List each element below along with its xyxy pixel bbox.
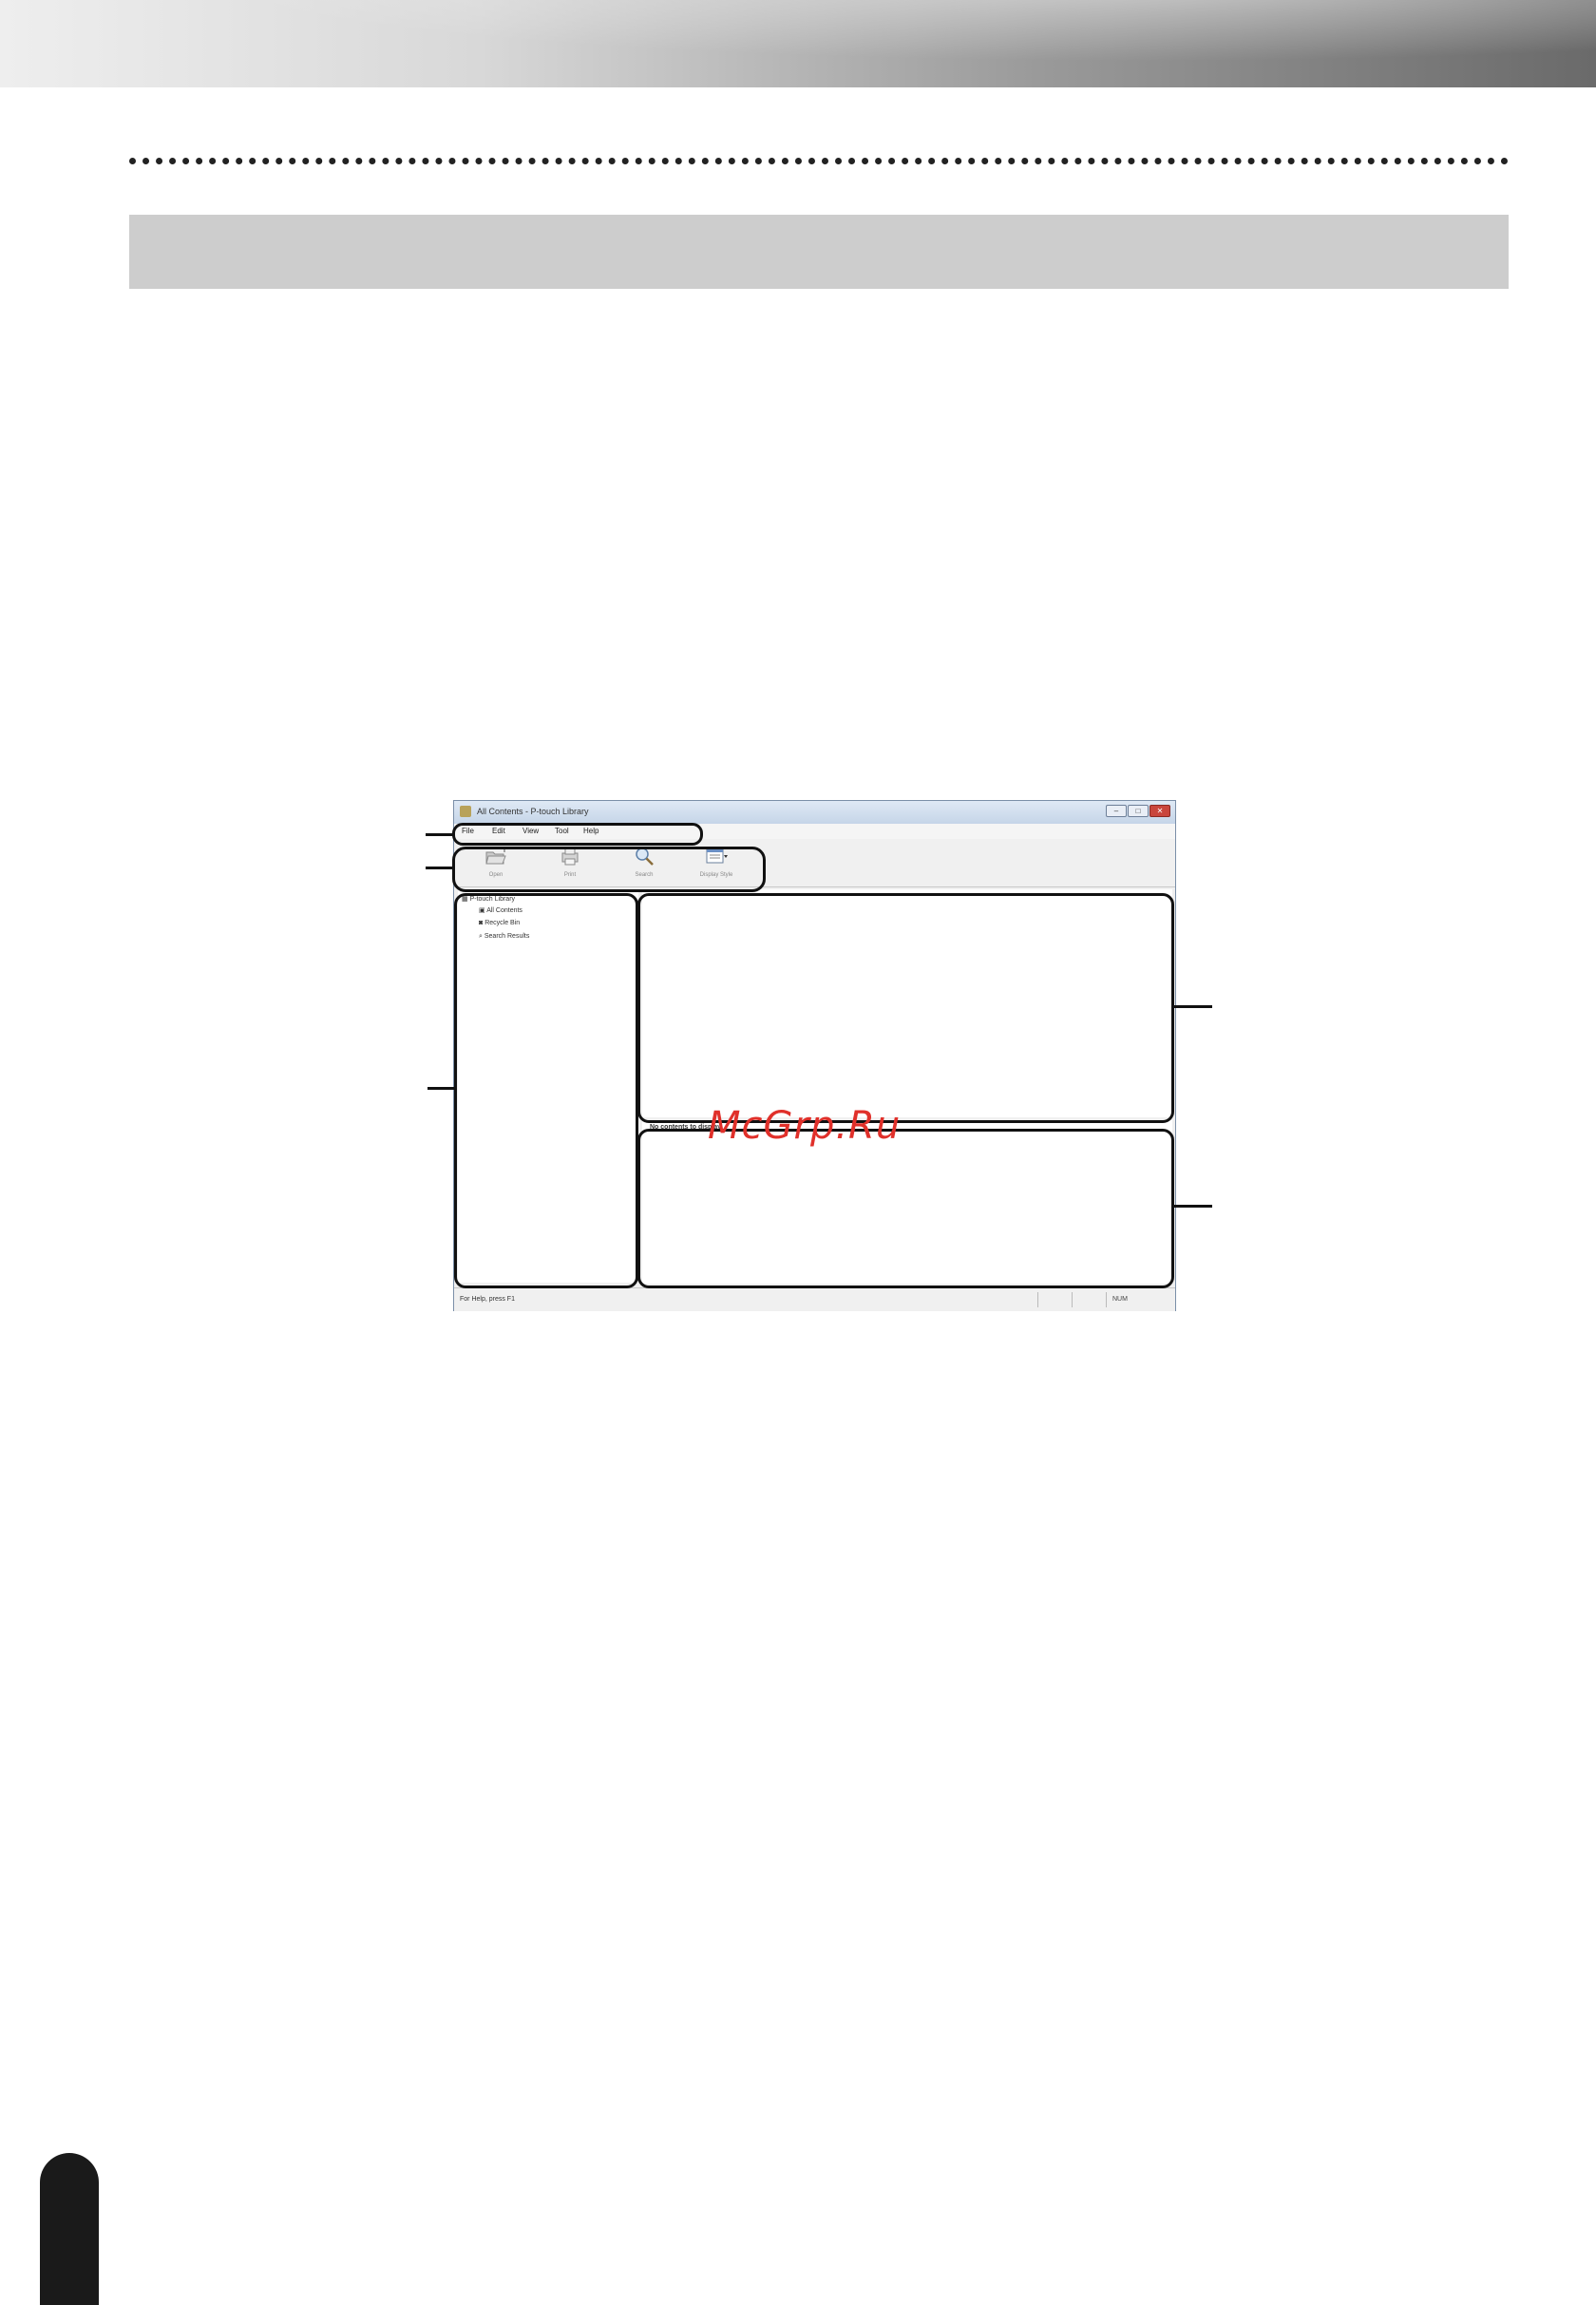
callout-toolbar [452,847,766,892]
leader-line-contents [1172,1005,1212,1008]
top-banner [0,0,1596,87]
title-bar: All Contents - P-touch Library – □ ✕ [454,801,1175,824]
leader-line-folder [428,1087,456,1090]
status-help-text: For Help, press F1 [460,1296,515,1303]
leader-line-menu [426,833,454,836]
status-cell [1072,1292,1106,1307]
window-title: All Contents - P-touch Library [477,807,589,816]
close-button[interactable]: ✕ [1150,805,1170,817]
app-icon [460,806,471,817]
banner-swoosh [0,0,1596,87]
section-header-bar [129,215,1509,289]
callout-menu-bar [452,823,703,846]
watermark: McGrp.Ru [708,1104,902,1148]
callout-preview [637,1129,1174,1288]
page-tab [40,2153,99,2305]
status-bar: For Help, press F1 NUM [454,1287,1175,1311]
callout-folder-view [454,893,638,1288]
status-cell [1037,1292,1072,1307]
leader-line-preview [1172,1205,1212,1208]
callout-contents-list [637,893,1174,1123]
dotted-rule [129,158,1509,164]
leader-line-toolbar [426,867,454,869]
status-num: NUM [1106,1292,1151,1307]
minimize-button[interactable]: – [1106,805,1127,817]
maximize-button[interactable]: □ [1128,805,1149,817]
